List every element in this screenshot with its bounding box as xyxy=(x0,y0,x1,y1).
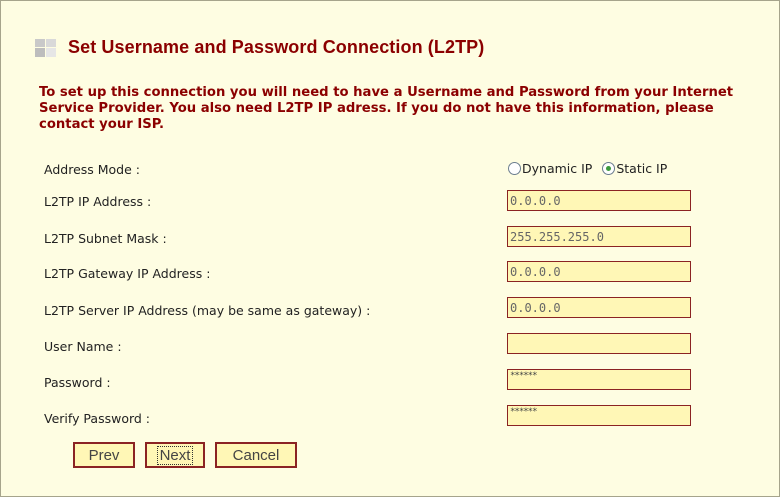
dynamic-ip-radio[interactable] xyxy=(508,162,521,175)
page-title: Set Username and Password Connection (L2… xyxy=(68,37,485,57)
intro-text: To set up this connection you will need … xyxy=(39,85,734,132)
static-ip-label[interactable]: Static IP xyxy=(616,161,667,176)
address-mode-label: Address Mode : xyxy=(44,162,140,177)
next-button-label: Next xyxy=(156,445,194,465)
username-input[interactable] xyxy=(507,333,691,354)
username-label: User Name : xyxy=(44,339,122,354)
password-input[interactable]: ****** xyxy=(507,369,691,390)
l2tp-setup-panel: Set Username and Password Connection (L2… xyxy=(0,0,780,497)
cancel-button[interactable]: Cancel xyxy=(215,442,297,468)
title-row: Set Username and Password Connection (L2… xyxy=(35,37,484,58)
l2tp-gateway-label: L2TP Gateway IP Address : xyxy=(44,266,211,281)
l2tp-server-input[interactable]: 0.0.0.0 xyxy=(507,297,691,318)
l2tp-subnet-input[interactable]: 255.255.255.0 xyxy=(507,226,691,247)
section-grid-icon xyxy=(35,38,56,57)
password-label: Password : xyxy=(44,375,111,390)
dynamic-ip-label[interactable]: Dynamic IP xyxy=(522,161,592,176)
verify-password-input[interactable]: ****** xyxy=(507,405,691,426)
static-ip-radio[interactable] xyxy=(602,162,616,175)
prev-button-label: Prev xyxy=(88,446,120,464)
address-mode-radio-group: Dynamic IP Static IP xyxy=(508,161,677,176)
verify-password-label: Verify Password : xyxy=(44,411,151,426)
l2tp-subnet-label: L2TP Subnet Mask : xyxy=(44,231,167,246)
prev-button[interactable]: Prev xyxy=(73,442,135,468)
next-button[interactable]: Next xyxy=(145,442,205,468)
l2tp-ip-input[interactable]: 0.0.0.0 xyxy=(507,190,691,211)
l2tp-ip-label: L2TP IP Address : xyxy=(44,194,152,209)
cancel-button-label: Cancel xyxy=(232,446,280,464)
l2tp-gateway-input[interactable]: 0.0.0.0 xyxy=(507,261,691,282)
l2tp-server-label: L2TP Server IP Address (may be same as g… xyxy=(44,303,371,318)
